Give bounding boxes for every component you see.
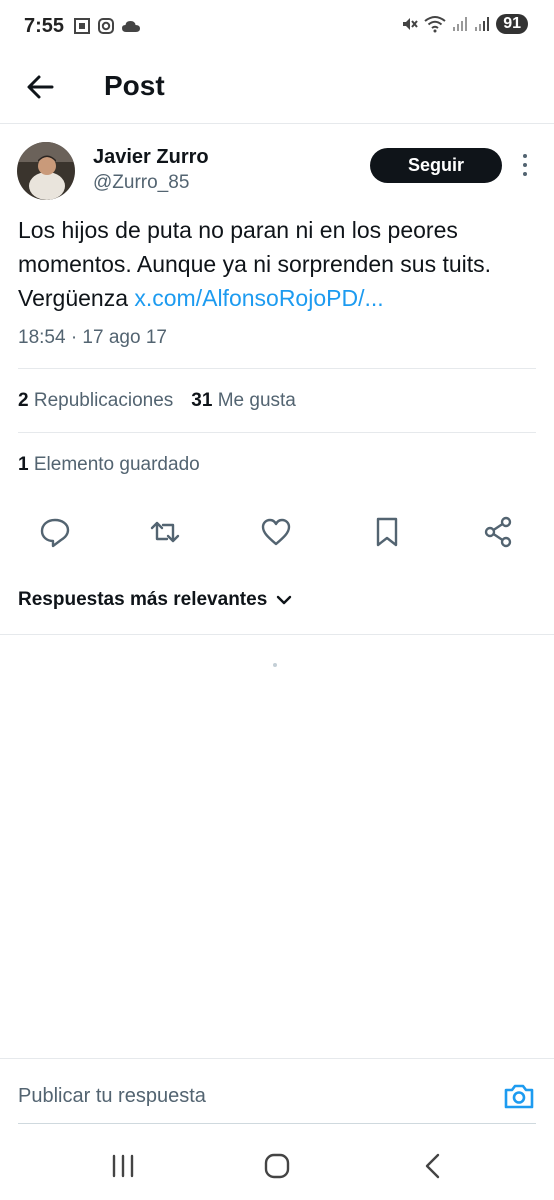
divider	[18, 368, 536, 369]
reposts-label: Republicaciones	[33, 390, 174, 411]
bookmark-button[interactable]	[370, 515, 404, 549]
instagram-icon	[98, 18, 114, 34]
status-left-icons	[73, 17, 141, 35]
saved-count: 1	[18, 454, 29, 475]
battery-indicator: 91	[496, 14, 528, 34]
more-options-button[interactable]	[515, 150, 535, 180]
replies-sort-dropdown[interactable]: Respuestas más relevantes	[18, 589, 293, 611]
follow-button[interactable]: Seguir	[370, 148, 502, 183]
status-time: 7:55	[24, 15, 65, 37]
recent-apps-icon	[112, 1154, 134, 1178]
nav-back-button[interactable]	[418, 1152, 448, 1180]
stats-row: 2 Republicaciones 31 Me gusta	[18, 390, 296, 412]
share-icon	[484, 516, 512, 548]
likes-label: Me gusta	[217, 390, 296, 411]
divider	[0, 634, 554, 635]
chevron-left-icon	[425, 1153, 440, 1179]
status-bar: 7:55 91	[0, 0, 554, 52]
post-actions	[0, 515, 554, 549]
repost-button[interactable]	[148, 515, 182, 549]
recent-apps-button[interactable]	[108, 1152, 138, 1180]
chevron-down-icon	[277, 595, 292, 605]
signal-icon	[453, 17, 468, 31]
more-vertical-icon	[523, 154, 527, 176]
home-icon	[264, 1153, 290, 1179]
reply-button[interactable]	[38, 515, 72, 549]
loading-indicator	[273, 663, 277, 667]
bookmark-icon	[376, 517, 398, 547]
post-link[interactable]: x.com/AlfonsoRojoPD/...	[134, 285, 383, 311]
back-button[interactable]	[24, 70, 58, 104]
system-nav-bar	[0, 1130, 554, 1200]
cloud-icon	[122, 21, 140, 32]
post-text: Los hijos de puta no paran ni en los peo…	[18, 213, 538, 315]
reply-input-underline	[18, 1123, 536, 1124]
likes-stat[interactable]: 31 Me gusta	[191, 390, 296, 412]
top-bar: Post	[0, 52, 554, 124]
screenshot-icon	[74, 18, 90, 34]
saved-label: Elemento guardado	[33, 454, 200, 475]
divider	[18, 432, 536, 433]
reply-bar: Publicar tu respuesta	[0, 1058, 554, 1124]
author-handle[interactable]: @Zurro_85	[93, 172, 189, 194]
author-name[interactable]: Javier Zurro	[93, 146, 209, 169]
page-title: Post	[104, 70, 165, 101]
post-timestamp[interactable]: 18:54 · 17 ago 17	[18, 327, 167, 349]
wifi-icon	[424, 16, 446, 33]
mute-icon	[403, 18, 418, 30]
like-button[interactable]	[259, 515, 293, 549]
reposts-stat[interactable]: 2 Republicaciones	[18, 390, 173, 412]
replies-sort-label: Respuestas más relevantes	[18, 589, 268, 610]
camera-icon	[504, 1084, 534, 1109]
heart-icon	[261, 518, 291, 546]
repost-icon	[150, 521, 180, 543]
reply-icon	[40, 518, 70, 548]
avatar-image	[17, 142, 75, 200]
avatar[interactable]	[17, 142, 75, 200]
reply-input[interactable]: Publicar tu respuesta	[18, 1085, 206, 1108]
reposts-count: 2	[18, 390, 29, 411]
camera-button[interactable]	[503, 1081, 535, 1111]
share-button[interactable]	[481, 515, 515, 549]
signal-icon	[475, 17, 490, 31]
likes-count: 31	[191, 390, 213, 411]
arrow-left-icon	[27, 75, 54, 99]
status-right-icons: 91	[400, 14, 528, 34]
home-button[interactable]	[262, 1152, 292, 1180]
bookmarks-stat[interactable]: 1 Elemento guardado	[18, 454, 200, 476]
